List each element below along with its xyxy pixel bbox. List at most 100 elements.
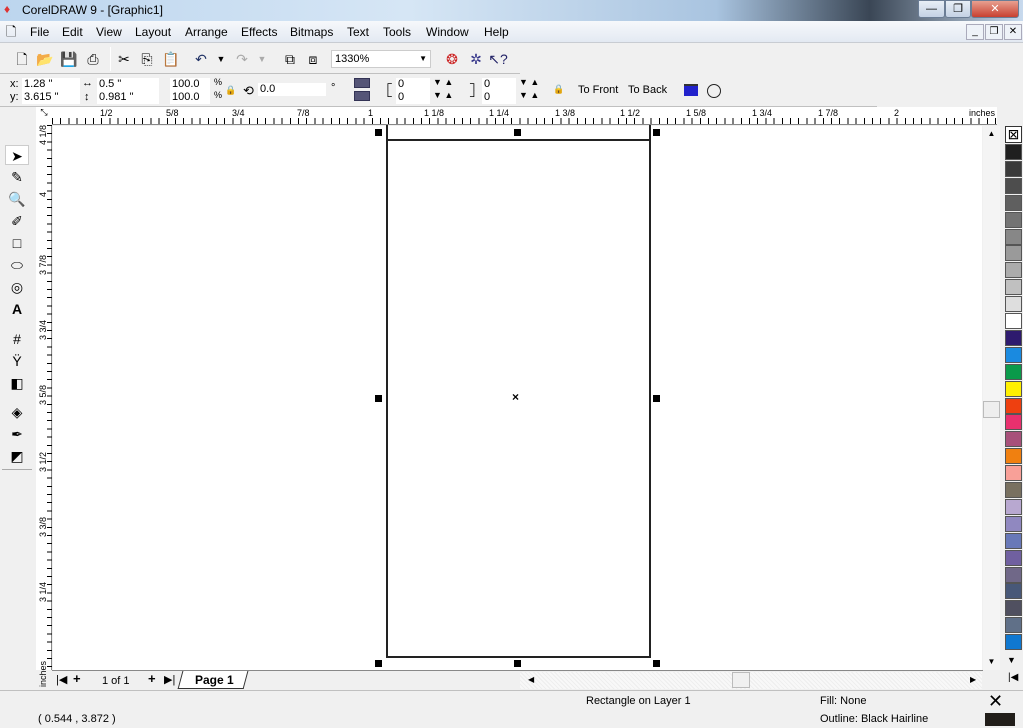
- color-swatch[interactable]: [1005, 583, 1022, 600]
- color-swatch[interactable]: [1005, 397, 1022, 414]
- shape-tool-icon[interactable]: ✎: [5, 167, 29, 187]
- menu-edit[interactable]: Edit: [62, 25, 83, 39]
- color-swatch[interactable]: [1005, 532, 1022, 549]
- doc-minimize-button[interactable]: _: [966, 24, 984, 40]
- freehand-tool-icon[interactable]: ✐: [5, 211, 29, 231]
- selection-handle[interactable]: [375, 129, 382, 136]
- eyedropper-tool-icon[interactable]: Ÿ: [5, 351, 29, 371]
- scroll-thumb[interactable]: [732, 672, 750, 688]
- selection-handle[interactable]: [653, 129, 660, 136]
- menu-help[interactable]: Help: [484, 25, 509, 39]
- spinner-icon[interactable]: ▼ ▲: [519, 90, 539, 100]
- doc-close-button[interactable]: ✕: [1004, 24, 1022, 40]
- print-icon[interactable]: ⎙: [83, 49, 103, 69]
- spinner-icon[interactable]: ▼ ▲: [519, 77, 539, 87]
- to-front-button[interactable]: To Front: [578, 84, 618, 96]
- pick-tool-icon[interactable]: ➤: [5, 145, 29, 165]
- add-page-after-icon[interactable]: +: [148, 671, 156, 686]
- paste-icon[interactable]: 📋: [161, 49, 181, 69]
- menu-effects[interactable]: Effects: [241, 25, 277, 39]
- spinner-icon[interactable]: ▼ ▲: [433, 90, 453, 100]
- color-swatch[interactable]: [1005, 482, 1022, 498]
- color-swatch[interactable]: [1005, 363, 1022, 380]
- fill-tool-icon[interactable]: ◈: [5, 402, 29, 422]
- spiral-tool-icon[interactable]: ◎: [5, 277, 29, 297]
- doc-restore-button[interactable]: ❐: [985, 24, 1003, 40]
- color-swatch[interactable]: [1005, 515, 1022, 532]
- color-swatch[interactable]: [1005, 617, 1022, 634]
- page-tab-label[interactable]: Page 1: [195, 673, 234, 687]
- color-swatch[interactable]: [1005, 211, 1022, 228]
- corel-online-icon[interactable]: ✲: [466, 49, 486, 69]
- color-swatch[interactable]: [1005, 549, 1022, 566]
- new-icon[interactable]: 🗋: [12, 49, 32, 69]
- color-swatch[interactable]: [1005, 177, 1022, 194]
- menu-window[interactable]: Window: [426, 25, 469, 39]
- lock-corners-icon[interactable]: 🔒: [553, 84, 564, 95]
- restore-button[interactable]: ❐: [945, 0, 971, 18]
- horizontal-scrollbar[interactable]: ◀ ▶: [520, 672, 982, 689]
- palette-expand-icon[interactable]: |◀: [1008, 672, 1018, 683]
- convert-to-curves-icon[interactable]: [707, 84, 721, 98]
- color-swatch[interactable]: [1005, 296, 1022, 313]
- export-icon[interactable]: ⧈: [303, 49, 323, 69]
- lock-ratio-icon[interactable]: 🔒: [225, 85, 236, 96]
- menu-text[interactable]: Text: [347, 25, 369, 39]
- zoom-tool-icon[interactable]: 🔍: [5, 189, 29, 209]
- vertical-ruler[interactable]: 4 1/8 4 3 7/8 3 3/4 3 5/8 3 1/2 3 3/8 3 …: [36, 125, 52, 687]
- open-icon[interactable]: 📂: [35, 49, 55, 69]
- copy-icon[interactable]: ⎘: [137, 49, 157, 69]
- minimize-button[interactable]: —: [918, 0, 945, 18]
- spinner-icon[interactable]: ▼ ▲: [433, 77, 453, 87]
- import-icon[interactable]: ⧉: [280, 49, 300, 69]
- menu-file[interactable]: File: [30, 25, 49, 39]
- corner-tr-field[interactable]: 0: [482, 78, 516, 91]
- mirror-horizontal-button[interactable]: [354, 78, 370, 88]
- first-page-icon[interactable]: |◀: [56, 673, 67, 686]
- redo-icon[interactable]: ↷: [232, 49, 252, 69]
- color-swatch[interactable]: [1005, 313, 1022, 329]
- menu-layout[interactable]: Layout: [135, 25, 171, 39]
- paint-bucket-tool-icon[interactable]: ◩: [5, 446, 29, 466]
- scroll-down-icon[interactable]: ▼: [983, 654, 1000, 670]
- corner-br-field[interactable]: 0: [482, 91, 516, 104]
- no-color-swatch[interactable]: ⊠: [1005, 126, 1022, 143]
- vertical-scrollbar[interactable]: ▲ ▼: [983, 126, 1000, 670]
- outline-color-swatch[interactable]: [985, 713, 1015, 726]
- ruler-origin-icon[interactable]: ⤡: [36, 107, 52, 125]
- color-swatch[interactable]: [1005, 600, 1022, 617]
- color-swatch[interactable]: [1005, 279, 1022, 296]
- color-swatch[interactable]: [1005, 228, 1022, 245]
- selection-handle[interactable]: [514, 660, 521, 667]
- selection-handle[interactable]: [514, 129, 521, 136]
- mirror-vertical-button[interactable]: [354, 91, 370, 101]
- text-tool-icon[interactable]: A: [5, 299, 29, 319]
- height-field[interactable]: 0.981 ": [97, 91, 159, 104]
- redo-dropdown-icon[interactable]: ▼: [252, 49, 272, 69]
- color-swatch[interactable]: [1005, 498, 1022, 515]
- save-icon[interactable]: 💾: [59, 49, 79, 69]
- scroll-thumb[interactable]: [983, 401, 1000, 418]
- color-swatch[interactable]: [1005, 431, 1022, 448]
- undo-dropdown-icon[interactable]: ▼: [211, 49, 231, 69]
- ellipse-tool-icon[interactable]: ⬭: [5, 255, 29, 275]
- color-swatch[interactable]: [1005, 329, 1022, 346]
- add-page-before-icon[interactable]: +: [73, 671, 81, 686]
- cut-icon[interactable]: ✂: [114, 49, 134, 69]
- selection-handle[interactable]: [375, 395, 382, 402]
- corner-bl-field[interactable]: 0: [396, 91, 430, 104]
- color-swatch[interactable]: [1005, 194, 1022, 211]
- close-button[interactable]: ✕: [971, 0, 1019, 18]
- fill-none-icon[interactable]: ✕: [988, 691, 1003, 712]
- color-swatch[interactable]: [1005, 634, 1022, 651]
- scale-x-field[interactable]: 100.0: [170, 78, 210, 91]
- undo-icon[interactable]: ↶: [191, 49, 211, 69]
- wrap-paragraph-text-icon[interactable]: [684, 84, 698, 96]
- color-swatch[interactable]: [1005, 465, 1022, 482]
- color-swatch[interactable]: [1005, 144, 1022, 160]
- document-icon[interactable]: 🗋: [6, 23, 16, 45]
- whats-this-help-icon[interactable]: ↖?: [488, 49, 508, 69]
- width-field[interactable]: 0.5 ": [97, 78, 159, 91]
- color-swatch[interactable]: [1005, 414, 1022, 431]
- corel-app-launcher-icon[interactable]: ❂: [442, 49, 462, 69]
